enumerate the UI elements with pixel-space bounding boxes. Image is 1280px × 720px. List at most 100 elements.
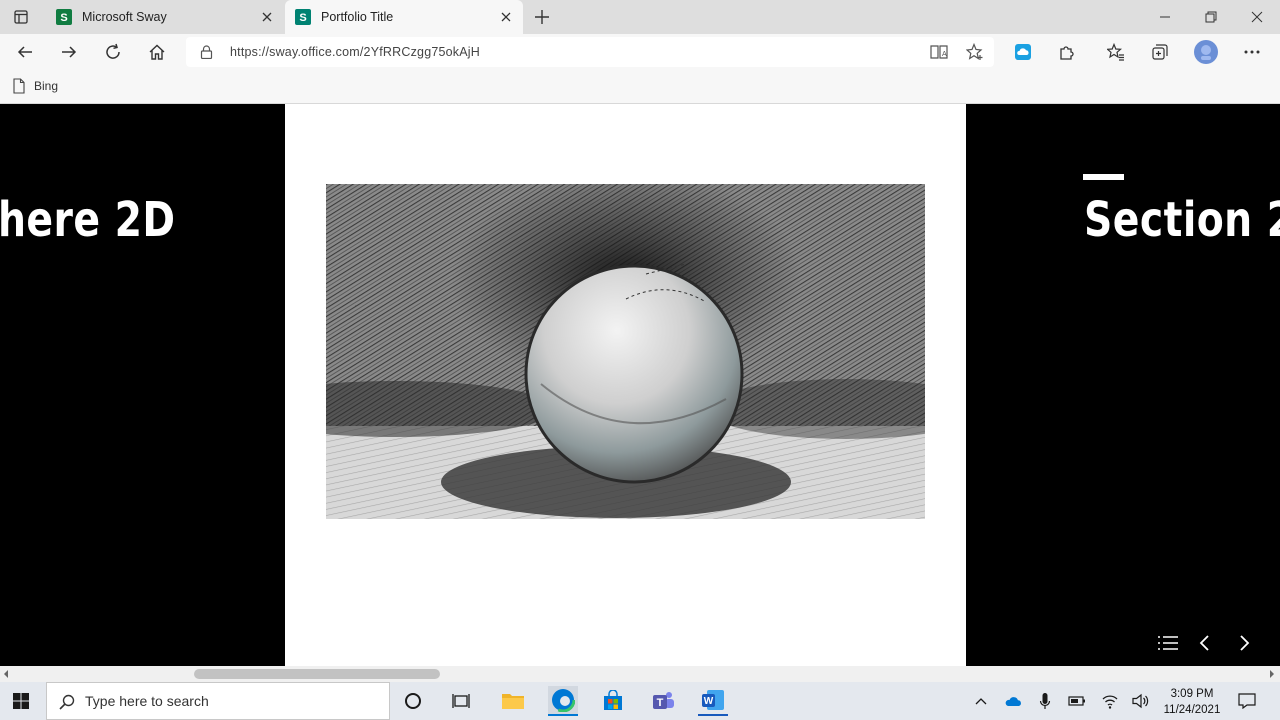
more-icon [1244, 50, 1260, 54]
svg-text:S: S [60, 12, 67, 24]
svg-text:A: A [942, 51, 947, 58]
scrollbar-thumb[interactable] [194, 669, 440, 679]
edge-icon [551, 688, 575, 712]
search-placeholder: Type here to search [85, 693, 209, 709]
back-arrow-icon [17, 46, 32, 58]
favorites-button[interactable] [1101, 37, 1131, 67]
minimize-button[interactable] [1150, 2, 1180, 32]
navigation-list-icon [1158, 636, 1178, 650]
cortana-button[interactable] [398, 686, 428, 716]
favorite-bing[interactable]: Bing [12, 78, 58, 94]
word-button[interactable]: W [698, 686, 728, 716]
forward-arrow-icon [62, 46, 77, 58]
favorites-bar: Bing [0, 70, 1280, 104]
cloud-extension-icon [1015, 44, 1031, 60]
task-view-icon [452, 694, 470, 708]
svg-text:W: W [704, 696, 714, 707]
navigation-menu-button[interactable] [1153, 628, 1183, 658]
slide-card [285, 104, 966, 666]
microphone-icon [1039, 693, 1051, 709]
network-button[interactable] [1095, 686, 1125, 716]
taskbar-search-box[interactable]: Type here to search [46, 682, 390, 720]
notification-icon [1238, 693, 1256, 709]
profile-button[interactable] [1191, 37, 1221, 67]
left-slide-heading: here 2D [0, 192, 176, 248]
new-tab-button[interactable] [527, 2, 557, 32]
edge-button[interactable] [548, 686, 578, 716]
microphone-button[interactable] [1030, 686, 1060, 716]
store-button[interactable] [598, 686, 628, 716]
word-icon: W [702, 690, 724, 710]
windows-taskbar: Type here to search T W 3:09 PM 11/24/20… [0, 682, 1280, 720]
close-tab-icon[interactable] [260, 10, 274, 24]
onedrive-button[interactable] [998, 686, 1028, 716]
start-button[interactable] [6, 686, 36, 716]
show-hidden-icons-button[interactable] [966, 686, 996, 716]
chevron-up-icon [975, 698, 987, 705]
teams-button[interactable]: T [648, 686, 678, 716]
task-view-button[interactable] [446, 686, 476, 716]
close-window-button[interactable] [1242, 2, 1272, 32]
svg-text:T: T [657, 697, 664, 709]
restore-icon [1205, 11, 1217, 23]
minimize-icon [1160, 16, 1170, 18]
favorite-label: Bing [34, 79, 59, 93]
tab-portfolio-title[interactable]: S Portfolio Title [285, 0, 523, 34]
previous-slide-button[interactable] [1190, 628, 1220, 658]
clock-date: 11/24/2021 [1163, 704, 1221, 716]
puzzle-icon [1060, 46, 1074, 60]
url-text: https://sway.office.com/2YfRRCzgg75okAjH [230, 45, 480, 59]
store-icon [604, 690, 622, 710]
tab-actions-icon [14, 10, 28, 24]
notifications-button[interactable] [1232, 686, 1262, 716]
refresh-icon [106, 43, 120, 59]
folder-icon [502, 694, 524, 709]
extensions-button[interactable] [1052, 37, 1082, 67]
collections-icon [1152, 44, 1168, 60]
sphere-sketch-image[interactable] [326, 184, 925, 519]
scroll-right-icon[interactable] [1269, 670, 1275, 678]
wifi-icon [1102, 695, 1118, 709]
teams-icon: T [653, 692, 674, 709]
avatar [1194, 40, 1218, 64]
chevron-right-icon [1240, 635, 1250, 651]
back-button[interactable] [10, 37, 40, 67]
tab-title: Microsoft Sway [82, 10, 167, 24]
cortana-icon [405, 693, 421, 709]
close-icon [1251, 11, 1263, 23]
sway-icon: S [295, 9, 311, 25]
chevron-left-icon [1199, 635, 1209, 651]
tab-actions-button[interactable] [6, 2, 36, 32]
collections-button[interactable] [1145, 37, 1175, 67]
tab-microsoft-sway[interactable]: S Microsoft Sway [46, 0, 284, 34]
extension-button[interactable] [1008, 37, 1038, 67]
settings-more-button[interactable] [1237, 37, 1267, 67]
close-tab-icon[interactable] [499, 10, 513, 24]
file-explorer-button[interactable] [498, 686, 528, 716]
windows-logo-icon [13, 693, 29, 709]
restore-button[interactable] [1196, 2, 1226, 32]
reading-view-icon[interactable]: A [930, 44, 948, 60]
page-icon [13, 78, 25, 94]
home-button[interactable] [142, 37, 172, 67]
home-icon [149, 44, 165, 60]
address-bar[interactable]: https://sway.office.com/2YfRRCzgg75okAjH… [186, 37, 994, 67]
refresh-button[interactable] [98, 37, 128, 67]
horizontal-scrollbar[interactable] [0, 666, 1280, 682]
section-accent-bar [1083, 174, 1124, 180]
search-icon [59, 694, 75, 710]
favorites-list-icon [1107, 43, 1124, 61]
sway-canvas[interactable]: here 2D Section 2 [0, 104, 1280, 666]
next-slide-button[interactable] [1229, 628, 1259, 658]
battery-button[interactable] [1062, 686, 1092, 716]
scroll-left-icon[interactable] [3, 670, 9, 678]
forward-button[interactable] [54, 37, 84, 67]
add-favorite-icon[interactable] [966, 43, 984, 61]
right-slide-heading: Section 2 [1084, 192, 1280, 248]
plus-icon [535, 10, 549, 24]
svg-text:S: S [299, 12, 306, 24]
cloud-icon [1005, 697, 1021, 706]
volume-button[interactable] [1126, 686, 1156, 716]
taskbar-clock[interactable]: 3:09 PM 11/24/2021 [1156, 686, 1228, 718]
sway-icon: S [56, 9, 72, 25]
